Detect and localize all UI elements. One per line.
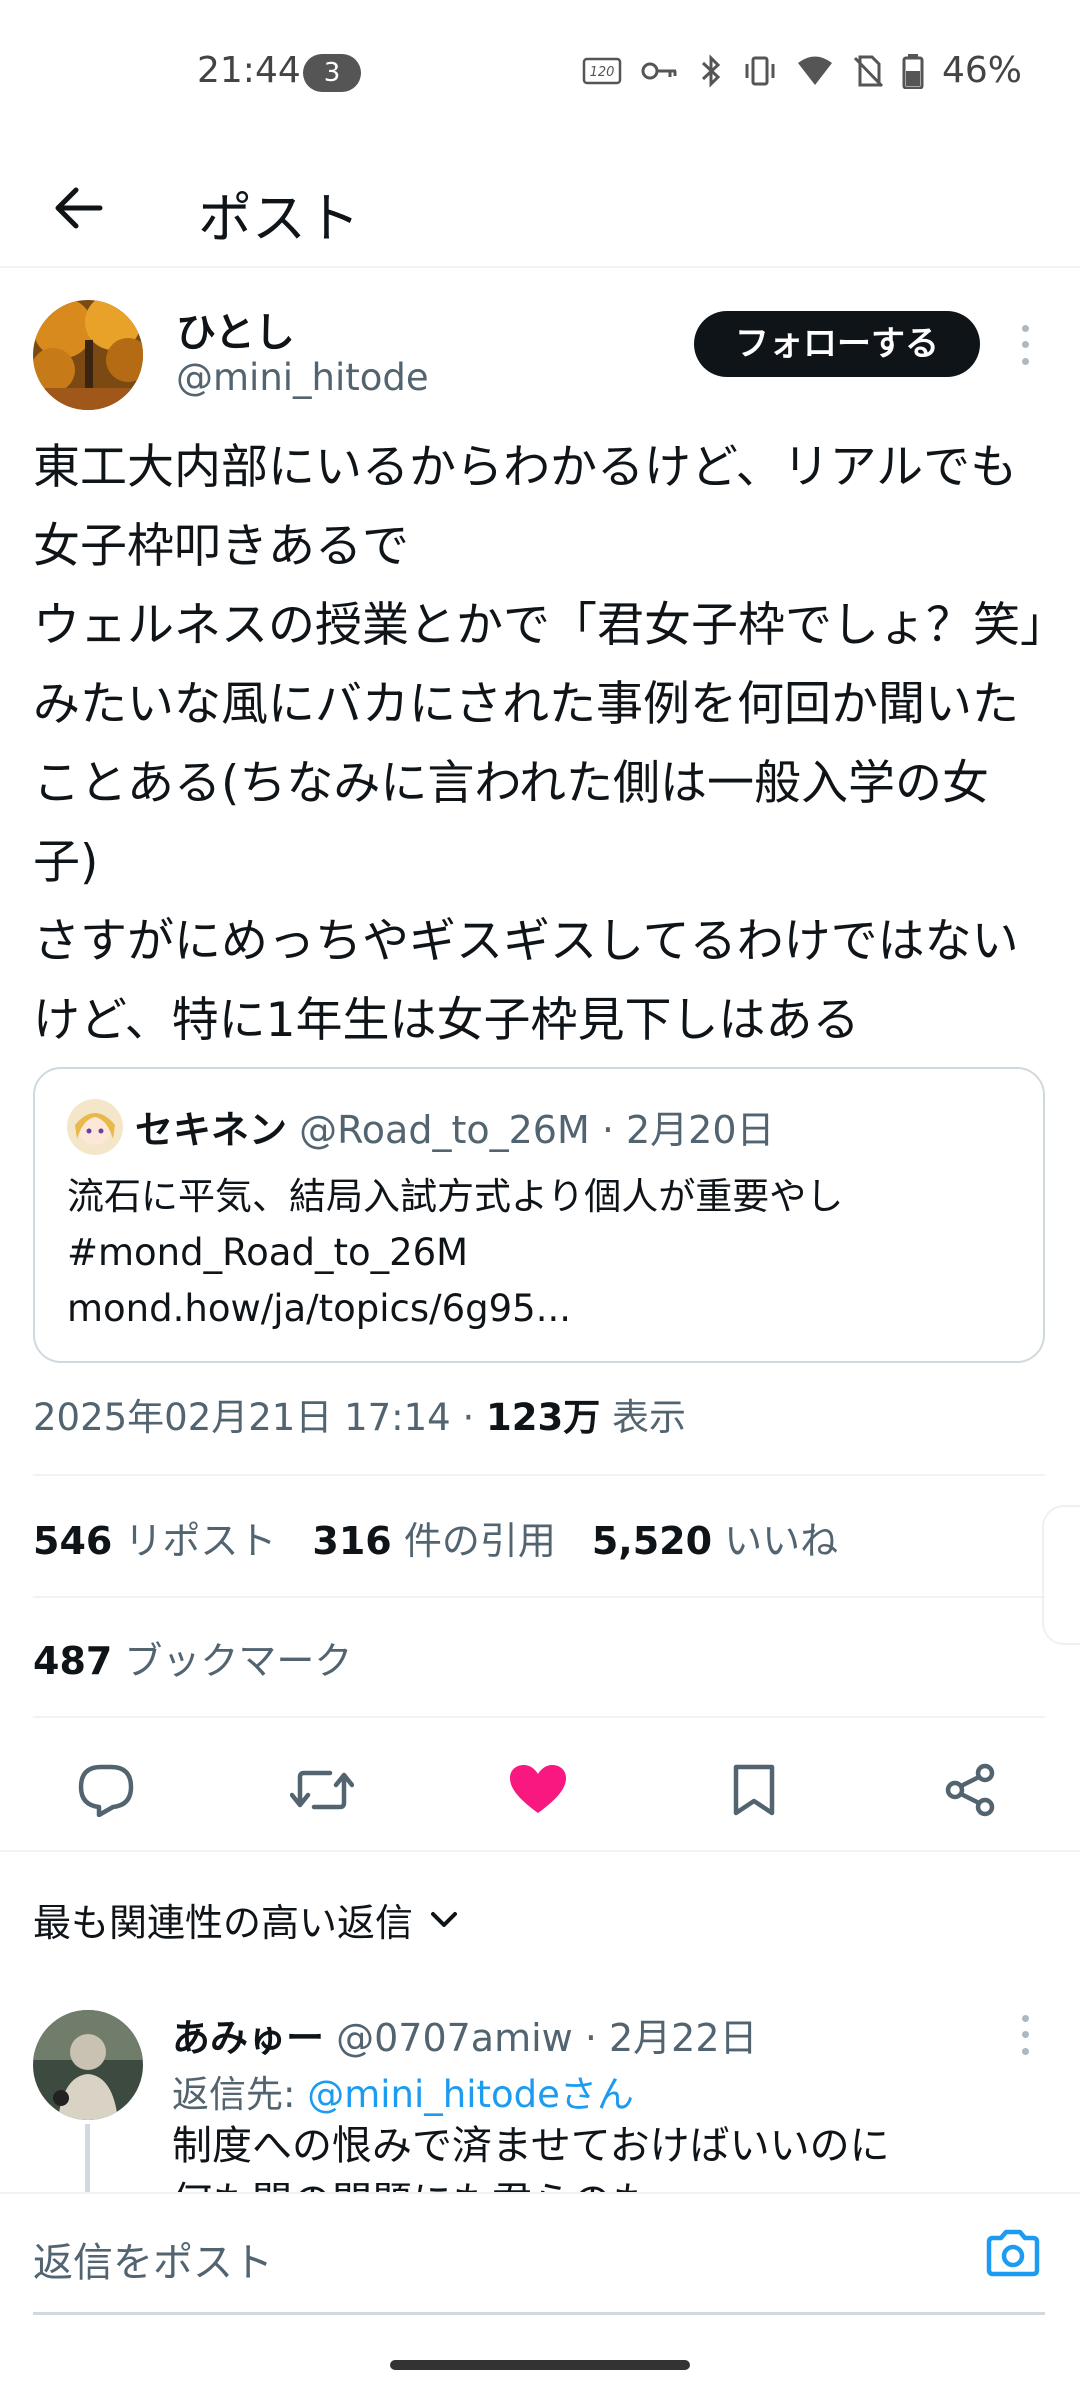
home-indicator[interactable]	[390, 2360, 690, 2370]
author-handle[interactable]: @mini_hitode	[176, 356, 429, 399]
likes-label: いいね	[712, 1519, 839, 1563]
quotes-label: 件の引用	[391, 1519, 556, 1563]
post-timestamp: 2025年02月21日 17:14 · 123万 表示	[33, 1387, 686, 1441]
no-sim-icon	[853, 55, 884, 87]
camera-icon	[986, 2229, 1040, 2277]
camera-button[interactable]	[980, 2220, 1046, 2286]
timestamp-text: 2025年02月21日 17:14 ·	[33, 1396, 486, 1439]
reply-button[interactable]	[70, 1754, 142, 1826]
quoted-author-avatar	[67, 1099, 123, 1155]
page-title: ポスト	[198, 187, 360, 250]
more-dot-icon	[1021, 358, 1029, 366]
follow-button[interactable]: フォローする	[694, 311, 980, 377]
reply-icon	[78, 1764, 134, 1817]
bookmarks-count: 487	[33, 1639, 113, 1683]
svg-text:120: 120	[590, 65, 615, 80]
status-time: 21:44	[197, 50, 301, 91]
bluetooth-icon	[701, 53, 721, 88]
reposts-count: 546	[33, 1519, 113, 1563]
more-dot-icon	[1021, 324, 1029, 332]
quotes-stat[interactable]: 316 件の引用	[312, 1510, 555, 1565]
status-bar: 21:44 3 120 46%	[0, 0, 1080, 150]
views-count: 123万	[486, 1396, 601, 1439]
arrow-left-icon	[55, 187, 103, 229]
share-button[interactable]	[934, 1754, 1006, 1826]
action-bar	[0, 1740, 1080, 1840]
reposts-stat[interactable]: 546 リポスト	[33, 1510, 276, 1565]
likes-stat[interactable]: 5,520 いいね	[592, 1510, 838, 1565]
repost-button[interactable]	[286, 1754, 358, 1826]
battery-percentage: 46%	[941, 50, 1022, 91]
reply-text-truncated: 何も関の問題にも君らのも	[172, 2174, 652, 2194]
quoted-post-text: 流石に平気、結局入試方式より個人が重要やし #mond_Road_to_26M …	[67, 1175, 844, 1330]
key-icon	[641, 62, 677, 79]
quoted-author-meta: @Road_to_26M · 2月20日	[287, 1108, 775, 1152]
edge-panel-handle[interactable]	[1042, 1505, 1080, 1645]
top-app-bar: ポスト	[0, 150, 1080, 268]
quoted-author-name: セキネン	[135, 1108, 288, 1152]
reply-sort-label: 最も関連性の高い返信	[33, 1901, 414, 1945]
author-name[interactable]: ひとし	[176, 300, 295, 358]
input-underline	[33, 2312, 1045, 2315]
more-dot-icon	[1021, 341, 1029, 349]
bookmark-button[interactable]	[718, 1754, 790, 1826]
reply-more-options-button[interactable]	[1010, 2010, 1040, 2060]
reply-to-line: 返信先: @mini_hitodeさん	[172, 2064, 634, 2118]
like-button[interactable]	[502, 1754, 574, 1826]
bookmarks-label: ブックマーク	[112, 1639, 353, 1683]
divider	[33, 1474, 1045, 1476]
reply-author-meta: @0707amiw · 2月22日	[324, 2016, 758, 2060]
more-dot-icon	[1021, 2014, 1029, 2022]
reply-to-prefix: 返信先:	[172, 2073, 308, 2116]
author-avatar[interactable]	[33, 300, 143, 410]
status-icons: 120 46%	[582, 50, 1022, 91]
divider	[0, 1850, 1080, 1852]
chevron-down-icon	[431, 1911, 458, 1927]
reply-sort-dropdown[interactable]: 最も関連性の高い返信	[33, 1892, 459, 1947]
reply-header: あみゅー @0707amiw · 2月22日	[172, 2007, 758, 2062]
share-icon	[945, 1763, 995, 1817]
vibrate-icon	[745, 56, 775, 85]
divider	[33, 1596, 1045, 1598]
post-text: 東工大内部にいるからわかるけど、リアルでも女子枠叩きあるで ウェルネスの授業とか…	[33, 440, 1044, 1048]
more-options-button[interactable]	[1010, 320, 1040, 370]
reply-to-handle-link[interactable]: @mini_hitodeさん	[307, 2073, 634, 2116]
reply-compose-bar[interactable]: 返信をポスト	[0, 2192, 1080, 2315]
reply-text: 制度への恨みで済ませておけばいいのに	[172, 2123, 890, 2169]
heart-filled-icon	[510, 1765, 566, 1813]
repost-icon	[290, 1770, 354, 1810]
reply-input-placeholder[interactable]: 返信をポスト	[33, 2230, 273, 2288]
reply-author-name[interactable]: あみゅー	[172, 2016, 324, 2060]
wifi-icon	[797, 56, 832, 85]
more-dot-icon	[1021, 2048, 1029, 2056]
battery-icon	[902, 53, 924, 89]
notification-count-badge: 3	[303, 54, 361, 92]
autumn-tree-avatar-image	[33, 300, 143, 410]
bookmarks-stat: 487 ブックマーク	[33, 1630, 352, 1685]
views-label: 表示	[600, 1396, 686, 1439]
person-photo-avatar-image	[33, 2010, 143, 2120]
back-button[interactable]	[42, 172, 114, 244]
more-dot-icon	[1021, 2031, 1029, 2039]
reposts-label: リポスト	[112, 1519, 277, 1563]
reply-author-avatar[interactable]	[33, 2010, 143, 2120]
anime-avatar-image	[67, 1099, 123, 1155]
refresh-120hz-icon: 120	[582, 57, 622, 84]
divider	[33, 1716, 1045, 1718]
bookmark-icon	[733, 1764, 775, 1816]
thread-line	[85, 2124, 90, 2194]
quotes-count: 316	[312, 1519, 392, 1563]
engagement-stats: 546 リポスト 316 件の引用 5,520 いいね	[33, 1510, 838, 1565]
likes-count: 5,520	[591, 1519, 713, 1563]
quoted-post-card[interactable]: セキネン @Road_to_26M · 2月20日 流石に平気、結局入試方式より…	[33, 1067, 1045, 1363]
quoted-post-header: セキネン @Road_to_26M · 2月20日	[135, 1099, 775, 1154]
